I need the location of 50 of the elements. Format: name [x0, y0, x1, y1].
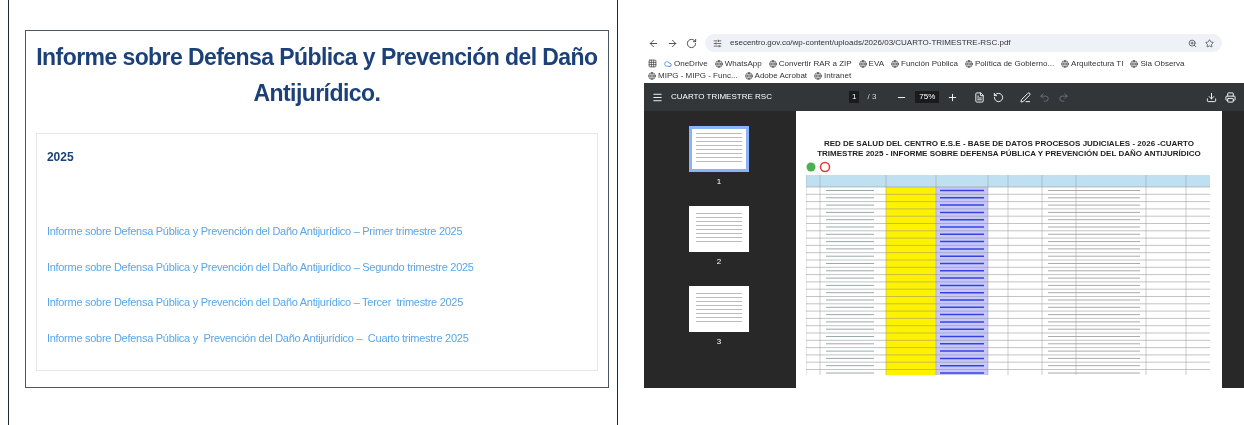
- globe-icon: [714, 59, 723, 68]
- fit-page-icon[interactable]: [974, 91, 986, 103]
- bookmark-link[interactable]: Intranet: [814, 70, 852, 81]
- bookmark-link[interactable]: Adobe Acrobat: [744, 70, 808, 81]
- bookmark-link[interactable]: Sia Observa: [1130, 58, 1185, 69]
- download-icon[interactable]: [1206, 91, 1217, 103]
- globe-icon: [768, 59, 777, 68]
- page-number: 1: [716, 176, 722, 188]
- year-heading: 2025: [46, 149, 75, 166]
- page-count: / 3: [867, 91, 877, 103]
- apps-icon[interactable]: [648, 59, 657, 68]
- back-icon[interactable]: [648, 37, 659, 49]
- cloud-icon: [664, 59, 672, 68]
- globe-icon: [814, 71, 823, 80]
- bookmark-link[interactable]: Función Pública: [891, 58, 958, 69]
- logo-drawing: [806, 161, 832, 173]
- globe-icon: [744, 71, 753, 80]
- page-number: 2: [716, 256, 722, 268]
- globe-icon: [891, 59, 900, 68]
- globe-icon: [1130, 59, 1139, 68]
- globe-icon: [858, 59, 867, 68]
- page-input[interactable]: 1: [849, 91, 860, 103]
- bookmark-link[interactable]: WhatsApp: [714, 58, 762, 69]
- address-bar[interactable]: esecentro.gov.co/wp-content/uploads/2026/03/CUARTO-TRIMESTRE-RSC.pdf: [705, 34, 1222, 52]
- annotate-icon[interactable]: [1020, 91, 1032, 103]
- bookmark-link[interactable]: EVA: [858, 58, 885, 69]
- bookmark-link[interactable]: MIPG - MIPG - Func...: [648, 70, 738, 81]
- zoom-input[interactable]: 75%: [915, 91, 940, 103]
- bookmark-star-icon[interactable]: [1205, 38, 1214, 48]
- zoom-in-icon[interactable]: [947, 91, 959, 103]
- bookmark-link[interactable]: Convertir RAR a ZIP: [768, 58, 852, 69]
- document-title: CUARTO TRIMESTRE RSC: [671, 91, 773, 103]
- rotate-icon[interactable]: [993, 91, 1005, 103]
- url-text: esecentro.gov.co/wp-content/uploads/2026/03/CUARTO-TRIMESTRE-RSC.pdf: [730, 37, 1012, 49]
- page-thumbnail[interactable]: [689, 126, 749, 172]
- menu-icon[interactable]: [652, 91, 663, 103]
- document-heading: RED DE SALUD DEL CENTRO E.S.E - BASE DE DATOS PROCESOS JUDICIALES - 2026 -CUARTO TRIMESTRE 2025 - INFORME SOBRE DEFENSA PÚBLICA Y PREVENCIÓN DEL DAÑO ANTIJURÍDICO: [816, 139, 1202, 159]
- bookmark-link[interactable]: Arquitectura TI: [1061, 58, 1124, 69]
- print-icon[interactable]: [1225, 91, 1236, 103]
- bookmark-link[interactable]: OneDrive: [664, 58, 708, 69]
- zoom-icon[interactable]: [1188, 38, 1197, 48]
- bookmark-link[interactable]: Política de Gobierno...: [964, 58, 1055, 69]
- page-title: Informe sobre Defensa Pública y Prevención del Daño Antijurídico.: [35, 43, 599, 108]
- page-number: 3: [716, 336, 722, 348]
- globe-icon: [648, 71, 656, 80]
- forward-icon[interactable]: [667, 37, 678, 49]
- globe-icon: [964, 59, 973, 68]
- site-settings-icon[interactable]: [713, 38, 722, 48]
- globe-icon: [1061, 59, 1070, 68]
- reload-icon[interactable]: [686, 37, 697, 49]
